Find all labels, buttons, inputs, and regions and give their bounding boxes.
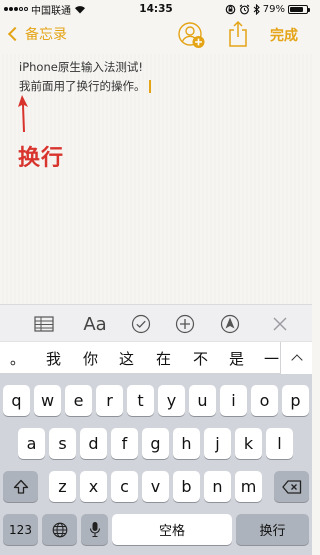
- key-s[interactable]: s: [49, 428, 76, 459]
- note-line-text: 我前面用了换行的操作。: [19, 79, 146, 93]
- text-cursor: [148, 80, 151, 93]
- key-k[interactable]: k: [235, 428, 262, 459]
- note-line[interactable]: 我前面用了换行的操作。: [19, 78, 151, 94]
- shift-icon: [13, 479, 28, 494]
- key-l[interactable]: l: [266, 428, 293, 459]
- format-toolbar: Aa: [0, 304, 312, 341]
- close-toolbar-button[interactable]: [269, 313, 291, 335]
- key-o[interactable]: o: [251, 385, 278, 416]
- key-h[interactable]: h: [173, 428, 200, 459]
- candidate-bar: 。 我 你 这 在 不 是 一: [0, 341, 312, 374]
- candidate-item[interactable]: 是: [229, 348, 244, 369]
- alarm-icon: [239, 4, 250, 14]
- status-left: 中国联通: [4, 2, 114, 17]
- back-button[interactable]: 备忘录: [6, 24, 67, 44]
- delete-key[interactable]: [274, 471, 309, 502]
- key-g[interactable]: g: [142, 428, 169, 459]
- status-time: 14:35: [139, 3, 173, 15]
- key-b[interactable]: b: [173, 471, 200, 502]
- candidate-item[interactable]: 不: [193, 348, 208, 369]
- key-y[interactable]: y: [158, 385, 185, 416]
- key-c[interactable]: c: [111, 471, 138, 502]
- candidate-item[interactable]: 一: [264, 348, 279, 369]
- dictation-key[interactable]: [81, 514, 108, 545]
- numbers-key[interactable]: 123: [3, 514, 38, 545]
- key-u[interactable]: u: [189, 385, 216, 416]
- keyboard: q w e r t y u i o p a s d f g h j k l z …: [0, 374, 312, 555]
- candidate-item[interactable]: 你: [83, 348, 98, 369]
- key-f[interactable]: f: [111, 428, 138, 459]
- chevron-left-icon: [7, 26, 23, 42]
- key-w[interactable]: w: [34, 385, 61, 416]
- candidate-item[interactable]: 。: [10, 348, 25, 369]
- battery-percent: 79%: [262, 3, 285, 15]
- microphone-icon: [89, 522, 100, 538]
- table-icon: [34, 316, 54, 332]
- key-a[interactable]: a: [18, 428, 45, 459]
- candidate-item[interactable]: 这: [119, 348, 134, 369]
- key-p[interactable]: p: [282, 385, 309, 416]
- checklist-button[interactable]: [130, 313, 152, 335]
- annotation-label: 换行: [18, 146, 65, 171]
- table-button[interactable]: [33, 313, 55, 335]
- signal-strength-icon: [4, 7, 28, 11]
- done-button[interactable]: 完成: [270, 25, 298, 45]
- space-key[interactable]: 空格: [112, 514, 232, 545]
- key-t[interactable]: t: [127, 385, 154, 416]
- key-r[interactable]: r: [96, 385, 123, 416]
- key-i[interactable]: i: [220, 385, 247, 416]
- status-right: 79%: [198, 3, 310, 15]
- carrier-name: 中国联通: [31, 5, 71, 17]
- battery-icon: [288, 4, 310, 14]
- globe-key[interactable]: [42, 514, 77, 545]
- key-x[interactable]: x: [80, 471, 107, 502]
- key-e[interactable]: e: [65, 385, 92, 416]
- key-z[interactable]: z: [49, 471, 76, 502]
- key-q[interactable]: q: [3, 385, 30, 416]
- checklist-icon: [131, 314, 151, 334]
- markup-button[interactable]: [219, 313, 241, 335]
- rotation-lock-icon: [225, 4, 236, 14]
- pen-circle-icon: [220, 314, 240, 334]
- back-label: 备忘录: [25, 27, 67, 43]
- shift-key[interactable]: [3, 471, 38, 502]
- insert-button[interactable]: [174, 313, 196, 335]
- bluetooth-icon: [253, 3, 260, 15]
- return-key[interactable]: 换行: [236, 514, 309, 545]
- note-line[interactable]: iPhone原生输入法测试!: [19, 59, 143, 75]
- key-j[interactable]: j: [204, 428, 231, 459]
- status-bar: 中国联通 14:35 79%: [0, 0, 312, 18]
- close-icon: [273, 317, 287, 331]
- key-d[interactable]: d: [80, 428, 107, 459]
- key-n[interactable]: n: [204, 471, 231, 502]
- expand-candidates-button[interactable]: [280, 342, 312, 374]
- share-icon[interactable]: [228, 21, 248, 47]
- note-editor[interactable]: iPhone原生输入法测试! 我前面用了换行的操作。 换行: [0, 54, 312, 304]
- format-button[interactable]: Aa: [80, 313, 110, 335]
- key-m[interactable]: m: [235, 471, 262, 502]
- chevron-up-icon: [290, 354, 303, 366]
- nav-bar: 备忘录 完成: [0, 18, 312, 54]
- candidate-item[interactable]: 在: [156, 348, 171, 369]
- backspace-icon: [281, 479, 301, 494]
- add-person-icon[interactable]: [176, 20, 206, 50]
- candidate-item[interactable]: 我: [46, 348, 61, 369]
- plus-circle-icon: [175, 314, 195, 334]
- globe-icon: [52, 522, 67, 537]
- key-v[interactable]: v: [142, 471, 169, 502]
- wifi-icon: [75, 5, 85, 13]
- annotation-arrow-icon: [18, 95, 28, 132]
